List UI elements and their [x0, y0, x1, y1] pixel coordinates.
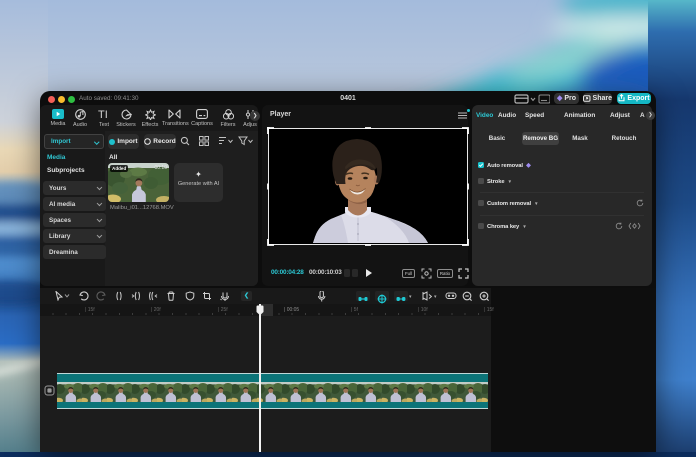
svg-text:TI: TI — [98, 109, 108, 120]
